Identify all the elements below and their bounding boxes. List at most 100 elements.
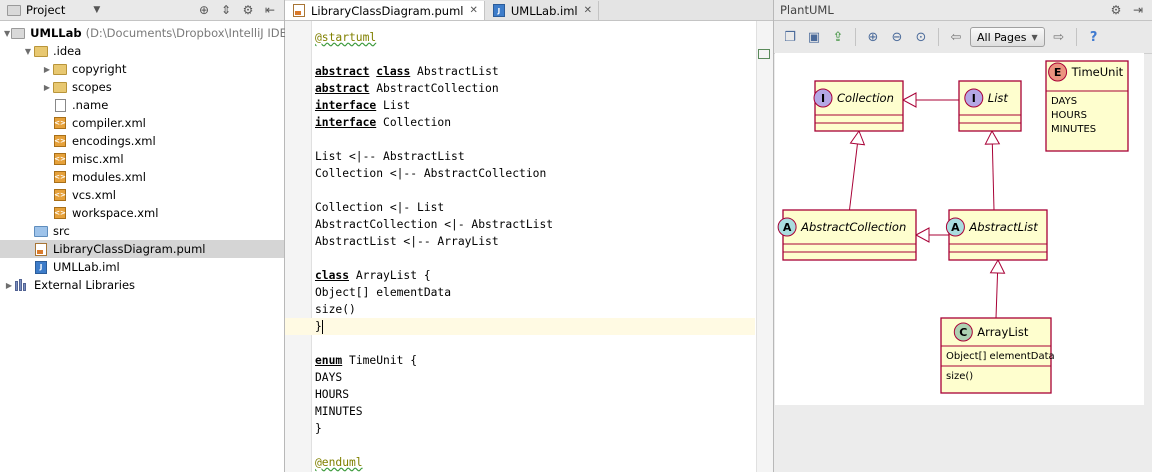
code-line: @enduml — [315, 454, 753, 471]
code-token: List — [376, 99, 411, 112]
tree-item-label: misc.xml — [72, 152, 124, 166]
chevron-down-icon[interactable]: ▼ — [93, 5, 100, 15]
code-token: AbstractList <|-- ArrayList — [315, 235, 499, 248]
code-token: ArrayList { — [349, 269, 431, 282]
zoom-out-icon[interactable]: ⊖ — [887, 27, 907, 47]
file-icon — [52, 98, 68, 112]
xml-file-icon: <> — [54, 117, 66, 129]
tree-item-label: encodings.xml — [72, 134, 156, 148]
pages-select[interactable]: All Pages ▼ — [970, 27, 1045, 47]
code-line: } — [285, 318, 755, 335]
xml-file-icon: <> — [54, 153, 66, 165]
project-view-selector[interactable]: Project ▼ — [0, 3, 100, 17]
inspection-eye-icon[interactable] — [758, 49, 770, 59]
uml-field: MINUTES — [1051, 124, 1096, 135]
text-caret — [321, 320, 323, 334]
tree-item[interactable]: ▼ UMLLab (D:\Documents\Dropbox\IntelliJ ID… — [0, 24, 316, 42]
xml-file-icon: <> — [54, 171, 66, 183]
code-area[interactable]: @startuml abstract class AbstractList abst… — [285, 21, 755, 472]
code-line: Collection <|-- AbstractCollection — [315, 165, 753, 182]
tree-item-label: compiler.xml — [72, 116, 146, 130]
tree-item[interactable]: <> vcs.xml — [0, 186, 284, 204]
collapse-all-icon[interactable]: ⇕ — [218, 2, 234, 18]
tab-label: UMLLab.iml — [510, 3, 578, 18]
close-icon[interactable]: ✕ — [584, 5, 592, 16]
tree-item[interactable]: <> compiler.xml — [0, 114, 284, 132]
inheritance-arrowhead — [984, 129, 1001, 145]
zoom-in-icon[interactable]: ⊕ — [863, 27, 883, 47]
code-line: HOURS — [315, 386, 753, 403]
tree-item[interactable]: .name — [0, 96, 284, 114]
uml-class-name: AbstractCollection — [800, 220, 906, 234]
inheritance-edge — [991, 143, 995, 211]
gear-icon[interactable]: ⚙ — [1108, 2, 1124, 18]
uml-class-arraylist: C ArrayList Object[] elementData size() — [940, 317, 1055, 394]
code-token: class — [376, 65, 411, 78]
uml-field: HOURS — [1051, 110, 1087, 121]
hide-panel-icon[interactable]: ⇤ — [262, 2, 278, 18]
export-icon[interactable]: ⇪ — [828, 27, 848, 47]
code-line: size() — [315, 301, 753, 318]
expanded-arrow-icon[interactable]: ▼ — [23, 47, 33, 56]
code-line: MINUTES — [315, 403, 753, 420]
iml-file-icon: J — [491, 4, 507, 18]
pages-select-value: All Pages — [977, 30, 1027, 44]
tree-item-label: modules.xml — [72, 170, 146, 184]
previous-page-icon[interactable]: ⇦ — [946, 27, 966, 47]
plantuml-panel: PlantUML ⚙ ⇥ ❐ ▣ ⇪ ⊕ ⊖ ⊙ ⇦ All Pages ▼ ⇨… — [774, 0, 1152, 472]
save-icon[interactable]: ▣ — [804, 27, 824, 47]
code-line: abstract AbstractCollection — [315, 80, 753, 97]
collapsed-arrow-icon[interactable]: ▶ — [4, 281, 14, 290]
tree-item[interactable]: ▶ copyright — [0, 60, 284, 78]
gear-icon[interactable]: ⚙ — [240, 2, 256, 18]
tree-item[interactable]: <> modules.xml — [0, 168, 284, 186]
uml-class-name: AbstractList — [968, 220, 1038, 234]
copy-icon[interactable]: ❐ — [780, 27, 800, 47]
tree-item[interactable]: <> encodings.xml — [0, 132, 284, 150]
editor-tab[interactable]: J UMLLab.iml ✕ — [485, 1, 600, 20]
code-token: Collection <|- List — [315, 201, 445, 214]
code-line: AbstractCollection <|- AbstractList — [315, 216, 753, 233]
tree-item[interactable]: ▶ scopes — [0, 78, 284, 96]
next-page-icon[interactable]: ⇨ — [1049, 27, 1069, 47]
tree-item-label: LibraryClassDiagram.puml — [53, 242, 206, 256]
code-token: interface — [315, 116, 377, 129]
xml-file-icon: <> — [54, 135, 66, 147]
code-line: DAYS — [315, 369, 753, 386]
plantuml-title: PlantUML — [780, 3, 834, 17]
code-line: interface Collection — [315, 114, 753, 131]
editor-tab[interactable]: LibraryClassDiagram.puml ✕ — [285, 1, 485, 20]
actual-size-icon[interactable]: ⊙ — [911, 27, 931, 47]
inheritance-arrowhead — [989, 258, 1006, 274]
collapsed-arrow-icon[interactable]: ▶ — [42, 83, 52, 92]
scroll-from-source-icon[interactable]: ⊕ — [196, 2, 212, 18]
tree-item[interactable]: LibraryClassDiagram.puml — [0, 240, 284, 258]
tree-item[interactable]: <> misc.xml — [0, 150, 284, 168]
hide-panel-icon[interactable]: ⇥ — [1130, 2, 1146, 18]
help-icon[interactable]: ? — [1084, 27, 1104, 47]
tree-item[interactable]: J UMLLab.iml — [0, 258, 284, 276]
code-token: MINUTES — [315, 405, 363, 418]
tree-item[interactable]: ▼ .idea — [0, 42, 284, 60]
xml-file-icon: <> — [54, 207, 66, 219]
tree-item-label: .name — [72, 98, 109, 112]
chevron-down-icon: ▼ — [1031, 32, 1038, 42]
code-token: AbstractCollection <|- AbstractList — [315, 218, 554, 231]
tree-item[interactable]: <> workspace.xml — [0, 204, 284, 222]
tree-item[interactable]: ▶ External Libraries — [0, 276, 284, 294]
inheritance-arrowhead — [849, 129, 866, 146]
code-token: @startuml — [315, 31, 377, 44]
error-stripe — [756, 21, 773, 472]
collapsed-arrow-icon[interactable]: ▶ — [42, 65, 52, 74]
plantuml-header: PlantUML ⚙ ⇥ — [774, 0, 1152, 21]
close-icon[interactable]: ✕ — [469, 5, 477, 16]
tree-item[interactable]: src — [0, 222, 284, 240]
stereotype-badge-letter: A — [783, 221, 792, 234]
uml-class-name: List — [988, 91, 1009, 105]
code-token: interface — [315, 99, 377, 112]
stereotype-badge-letter: I — [972, 92, 976, 105]
